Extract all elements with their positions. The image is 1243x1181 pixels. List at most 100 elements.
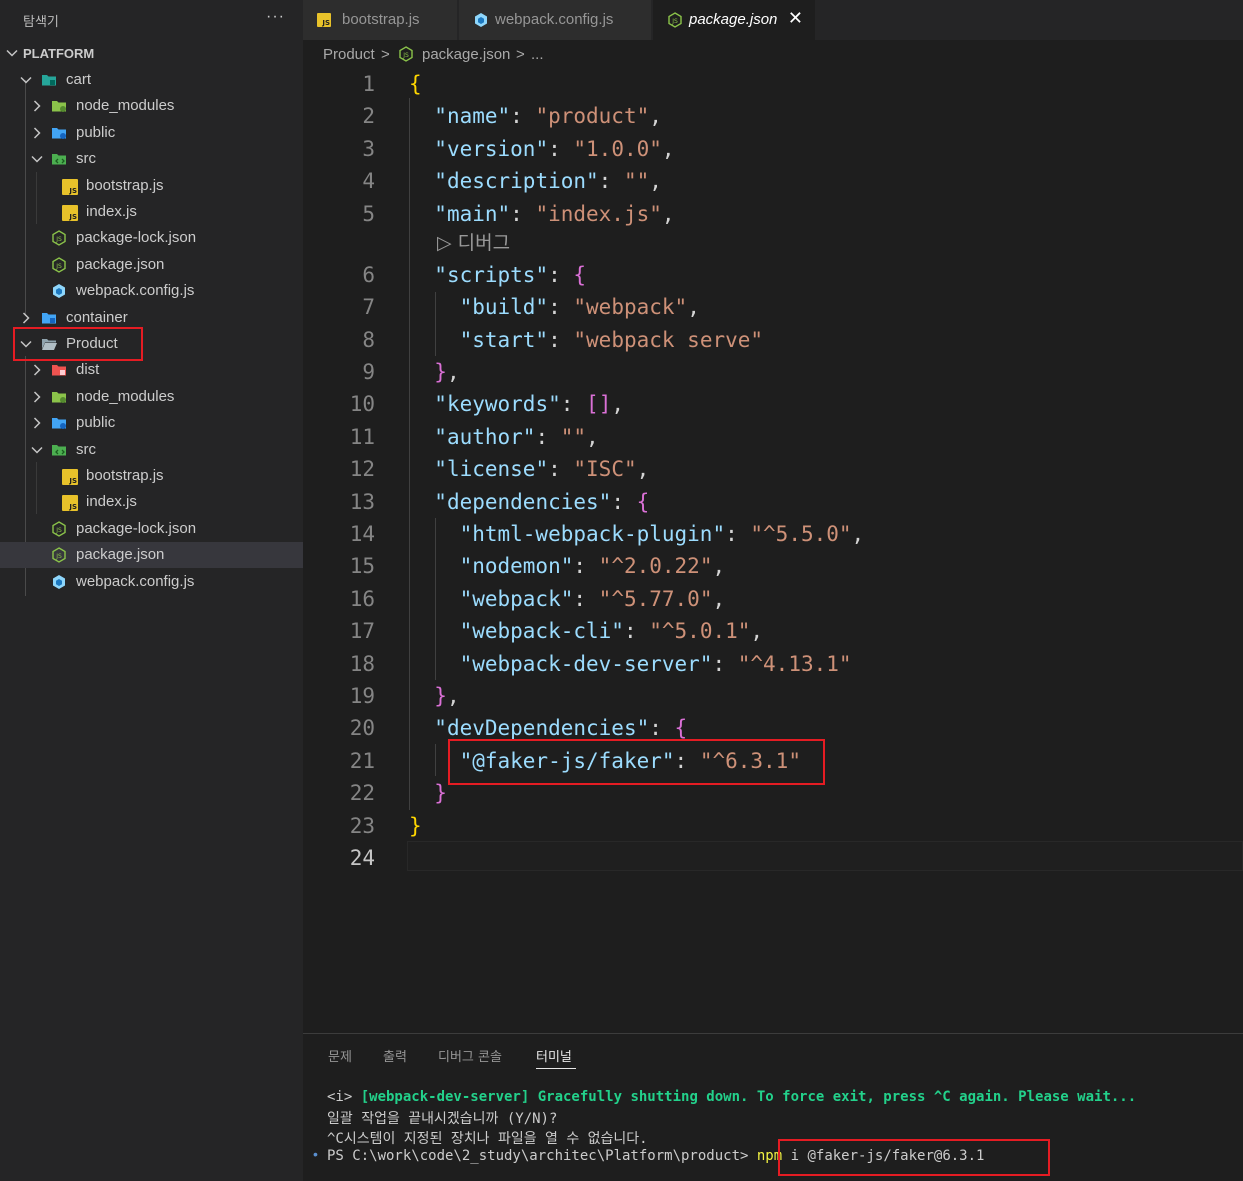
tree-file-bootstrap-js[interactable]: bootstrap.js bbox=[0, 463, 303, 489]
folder-icon-blue bbox=[52, 418, 66, 429]
tree-folder-node-modules[interactable]: node_modules bbox=[0, 93, 303, 119]
active-tab-underline bbox=[536, 1068, 576, 1069]
tree-folder-node-modules[interactable]: node_modules bbox=[0, 384, 303, 410]
tree-file-webpack-config[interactable]: webpack.config.js bbox=[0, 278, 303, 304]
line-number: 20 bbox=[349, 716, 375, 740]
line-number: 9 bbox=[362, 360, 375, 384]
terminal-decoration-dot-icon: • bbox=[313, 1146, 318, 1162]
line-number: 13 bbox=[349, 490, 375, 514]
folder-icon-green bbox=[52, 101, 66, 112]
code-line: }, bbox=[434, 684, 460, 708]
js-file-icon bbox=[62, 179, 78, 195]
tree-file-package-json-selected[interactable]: JS package.json bbox=[0, 542, 303, 568]
nodejs-icon: JS bbox=[52, 521, 66, 537]
svg-text:JS: JS bbox=[402, 52, 409, 59]
breadcrumb-folder[interactable]: Product bbox=[323, 46, 375, 63]
tab-label: webpack.config.js bbox=[495, 11, 614, 28]
webpack-icon bbox=[53, 575, 65, 589]
webpack-icon bbox=[475, 13, 487, 27]
tree-item-label: node_modules bbox=[76, 388, 175, 405]
panel-tab-output[interactable]: 출력 bbox=[383, 1046, 407, 1065]
explorer-title: 탐색기 bbox=[23, 15, 59, 30]
tree-item-label: cart bbox=[66, 71, 92, 88]
svg-text:JS: JS bbox=[55, 263, 62, 270]
tree-folder-public[interactable]: public bbox=[0, 120, 303, 146]
explorer-sidebar: 탐색기 ··· PLATFORM cart node_modules publi… bbox=[0, 0, 303, 1181]
tree-folder-src[interactable]: src bbox=[0, 146, 303, 172]
svg-text:JS: JS bbox=[55, 527, 62, 534]
tab-package-json[interactable]: JS package.json ✕ bbox=[653, 0, 816, 40]
bottom-panel: 문제 출력 디버그 콘솔 터미널 <i> [webpack-dev-server… bbox=[303, 1033, 1243, 1181]
tree-file-package-lock-json[interactable]: JS package-lock.json bbox=[0, 516, 303, 542]
breadcrumb-file[interactable]: package.json bbox=[422, 46, 510, 63]
explorer-header: 탐색기 ··· bbox=[0, 0, 303, 40]
tree-item-label: dist bbox=[76, 361, 100, 378]
workspace-root-label: PLATFORM bbox=[23, 46, 95, 61]
highlight-box-npm-command bbox=[778, 1139, 1050, 1176]
tab-label: package.json bbox=[689, 11, 778, 28]
workspace-root[interactable]: PLATFORM bbox=[0, 42, 303, 66]
line-number: 16 bbox=[349, 587, 375, 611]
folder-icon-green bbox=[52, 392, 66, 403]
tab-webpack-config[interactable]: webpack.config.js bbox=[459, 0, 652, 40]
line-number: 12 bbox=[349, 457, 375, 481]
tree-item-label: public bbox=[76, 414, 116, 431]
chevron-right-icon bbox=[33, 364, 41, 376]
panel-tab-debug-console[interactable]: 디버그 콘솔 bbox=[438, 1046, 502, 1065]
tree-file-package-json[interactable]: JS package.json bbox=[0, 252, 303, 278]
webpack-icon bbox=[53, 284, 65, 298]
code-line: "webpack-dev-server": "^4.13.1" bbox=[459, 652, 852, 676]
folder-icon-blue bbox=[42, 313, 56, 324]
breadcrumb: Product > JS package.json > ... bbox=[303, 40, 1243, 68]
line-number: 7 bbox=[362, 295, 375, 319]
tree-file-package-lock-json[interactable]: JS package-lock.json bbox=[0, 225, 303, 251]
tree-folder-src[interactable]: src bbox=[0, 437, 303, 463]
terminal-line: <i> [webpack-dev-server] Gracefully shut… bbox=[327, 1089, 1137, 1105]
tree-item-label: public bbox=[76, 124, 116, 141]
code-line: "build": "webpack", bbox=[459, 295, 700, 319]
tree-item-label: node_modules bbox=[76, 97, 175, 114]
panel-tab-problems[interactable]: 문제 bbox=[328, 1046, 352, 1065]
breadcrumb-more[interactable]: ... bbox=[531, 46, 544, 63]
tree-item-label: bootstrap.js bbox=[86, 467, 164, 484]
chevron-down-icon bbox=[6, 49, 18, 57]
code-editor[interactable]: 1 2 3 4 5 6 7 8 9 10 11 12 13 14 15 16 1… bbox=[303, 68, 1243, 1033]
tree-item-label: container bbox=[66, 309, 128, 326]
tree-file-bootstrap-js[interactable]: bootstrap.js bbox=[0, 173, 303, 199]
svg-text:JS: JS bbox=[55, 236, 62, 243]
code-line: "start": "webpack serve" bbox=[459, 328, 764, 352]
tree-folder-public[interactable]: public bbox=[0, 410, 303, 436]
folder-icon-src bbox=[52, 445, 66, 456]
tree-file-index-js[interactable]: index.js bbox=[0, 199, 303, 225]
tab-label: bootstrap.js bbox=[342, 11, 420, 28]
chevron-right-icon bbox=[33, 391, 41, 403]
line-number: 1 bbox=[362, 72, 375, 96]
breadcrumb-separator: > bbox=[381, 46, 390, 63]
close-tab-icon[interactable]: ✕ bbox=[788, 8, 803, 29]
tree-item-label: src bbox=[76, 441, 96, 458]
line-number: 21 bbox=[349, 749, 375, 773]
tree-item-label: bootstrap.js bbox=[86, 177, 164, 194]
tree-file-webpack-config[interactable]: webpack.config.js bbox=[0, 569, 303, 595]
code-line: "name": "product", bbox=[434, 104, 662, 128]
code-line: } bbox=[434, 781, 447, 805]
tree-item-label: package.json bbox=[76, 256, 165, 273]
panel-tab-terminal[interactable]: 터미널 bbox=[536, 1046, 572, 1065]
chevron-down-icon bbox=[20, 76, 32, 84]
line-number: 3 bbox=[362, 137, 375, 161]
tab-bootstrap-js[interactable]: bootstrap.js bbox=[303, 0, 458, 40]
tree-item-label: index.js bbox=[86, 203, 137, 220]
folder-icon-blue bbox=[52, 128, 66, 139]
chevron-right-icon bbox=[33, 100, 41, 112]
nodejs-icon: JS bbox=[52, 257, 66, 273]
line-number: 15 bbox=[349, 554, 375, 578]
current-line-highlight bbox=[407, 841, 1243, 871]
tree-folder-cart[interactable]: cart bbox=[0, 67, 303, 93]
tree-file-index-js[interactable]: index.js bbox=[0, 489, 303, 515]
code-line: "webpack-cli": "^5.0.1", bbox=[459, 619, 764, 643]
code-line: "main": "index.js", bbox=[434, 202, 675, 226]
nodejs-icon: JS bbox=[668, 12, 682, 28]
debug-codelens[interactable]: ▷ 디버그 bbox=[437, 228, 510, 255]
more-actions-button[interactable]: ··· bbox=[266, 8, 285, 26]
code-line: } bbox=[409, 814, 422, 838]
